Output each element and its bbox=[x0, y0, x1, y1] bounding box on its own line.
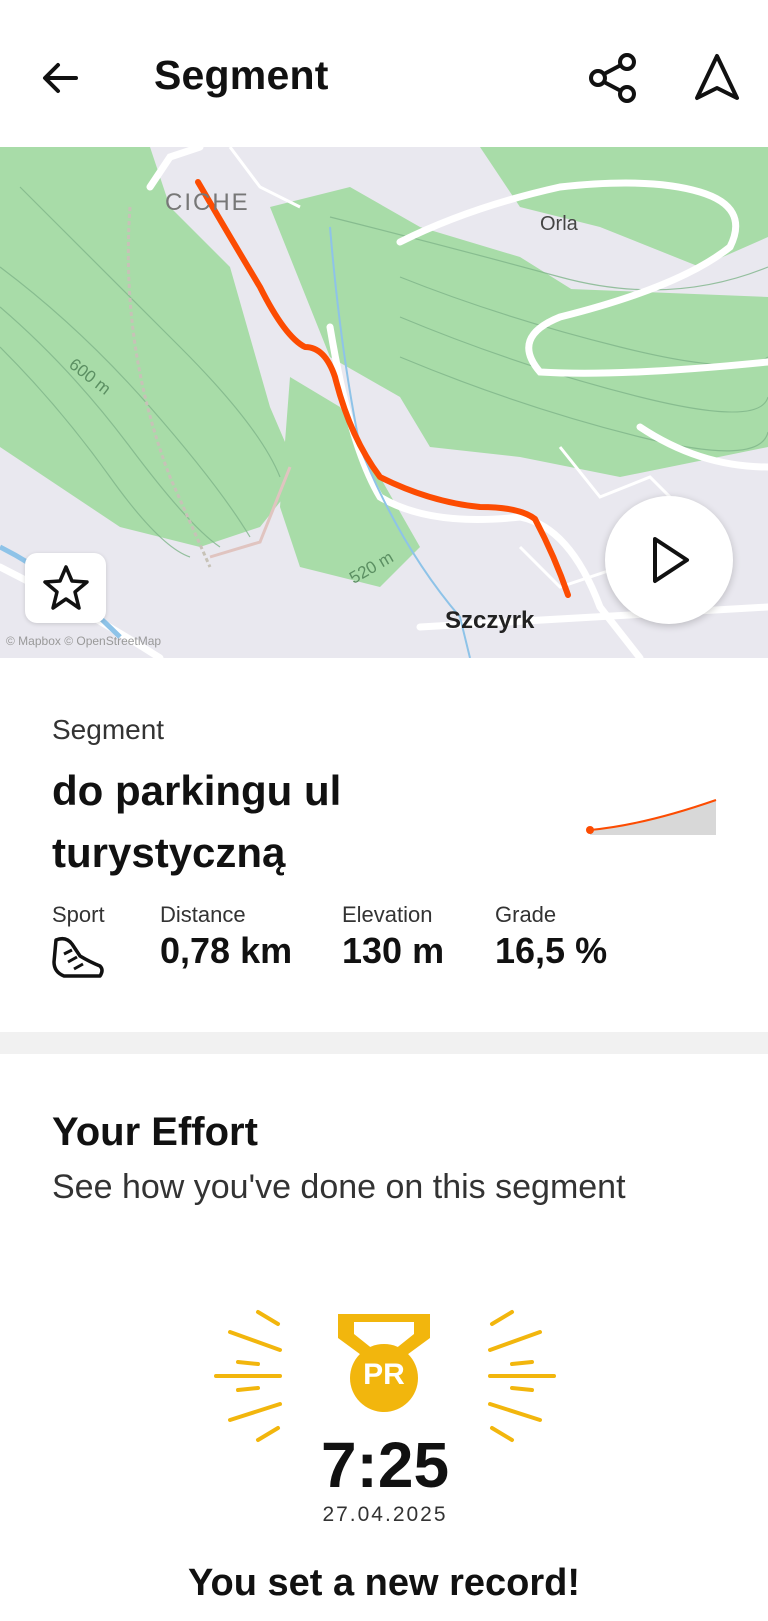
top-app-bar: Segment bbox=[0, 0, 768, 147]
map-label-szczyrk: Szczyrk bbox=[445, 607, 535, 634]
stat-label-elevation: Elevation bbox=[342, 902, 433, 927]
effort-section-title: Your Effort bbox=[52, 1110, 258, 1154]
play-icon bbox=[653, 537, 689, 583]
pr-date: 27.04.2025 bbox=[322, 1503, 448, 1526]
favorite-button[interactable] bbox=[25, 553, 106, 623]
stat-label-grade: Grade bbox=[495, 902, 557, 927]
map-label-ciche: CICHE bbox=[165, 189, 250, 216]
segment-type-label: Segment bbox=[52, 714, 165, 745]
navigation-arrow-icon[interactable] bbox=[693, 52, 741, 102]
effort-section-subtitle: See how you've done on this segment bbox=[52, 1168, 626, 1206]
running-shoe-icon bbox=[52, 936, 104, 978]
map-label-orla: Orla bbox=[540, 213, 578, 235]
stat-label-sport: Sport bbox=[52, 902, 105, 927]
stat-label-distance: Distance bbox=[160, 902, 246, 927]
page-title: Segment bbox=[154, 52, 329, 98]
star-icon bbox=[43, 565, 89, 610]
segment-name: do parkingu ul turystyczną bbox=[52, 767, 342, 876]
stat-value-grade: 16,5 % bbox=[495, 930, 608, 971]
play-segment-button[interactable] bbox=[605, 496, 733, 624]
share-icon[interactable] bbox=[586, 52, 642, 104]
section-divider bbox=[0, 1032, 768, 1054]
segment-map[interactable]: CICHE Orla 600 m 520 m Szczyrk © Mapbox … bbox=[0, 147, 768, 658]
stat-value-distance: 0,78 km bbox=[160, 930, 293, 971]
elevation-profile-thumbnail bbox=[586, 799, 717, 835]
stat-value-elevation: 130 m bbox=[342, 930, 445, 971]
pr-badge-text: PR bbox=[363, 1358, 405, 1391]
arrow-left-icon[interactable] bbox=[38, 56, 82, 100]
map-attribution[interactable]: © Mapbox © OpenStreetMap bbox=[6, 634, 161, 648]
record-message: You set a new record! bbox=[187, 1562, 581, 1604]
pr-time: 7:25 bbox=[320, 1429, 450, 1501]
